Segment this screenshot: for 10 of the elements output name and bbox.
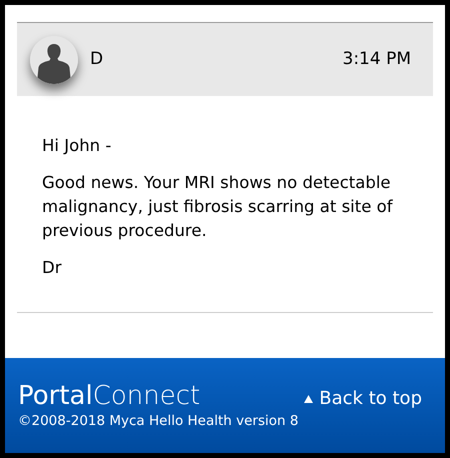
copyright-text: ©2008-2018 Myca Hello Health version 8	[18, 412, 298, 431]
sender-name: D	[90, 48, 104, 71]
up-triangle-icon	[304, 394, 314, 402]
back-to-top-link[interactable]: Back to top	[304, 385, 422, 412]
avatar-icon	[30, 36, 78, 84]
portal-logo: PortalConnect	[18, 381, 202, 411]
message-time: 3:14 PM	[342, 48, 411, 71]
message-paragraph: Hi John -	[42, 135, 112, 157]
message-paragraph: Dr	[42, 257, 62, 279]
message-paragraph: Good news. Your MRI shows no detectable malignancy, just fibrosis scarring at site of previous procedure.	[42, 172, 394, 242]
